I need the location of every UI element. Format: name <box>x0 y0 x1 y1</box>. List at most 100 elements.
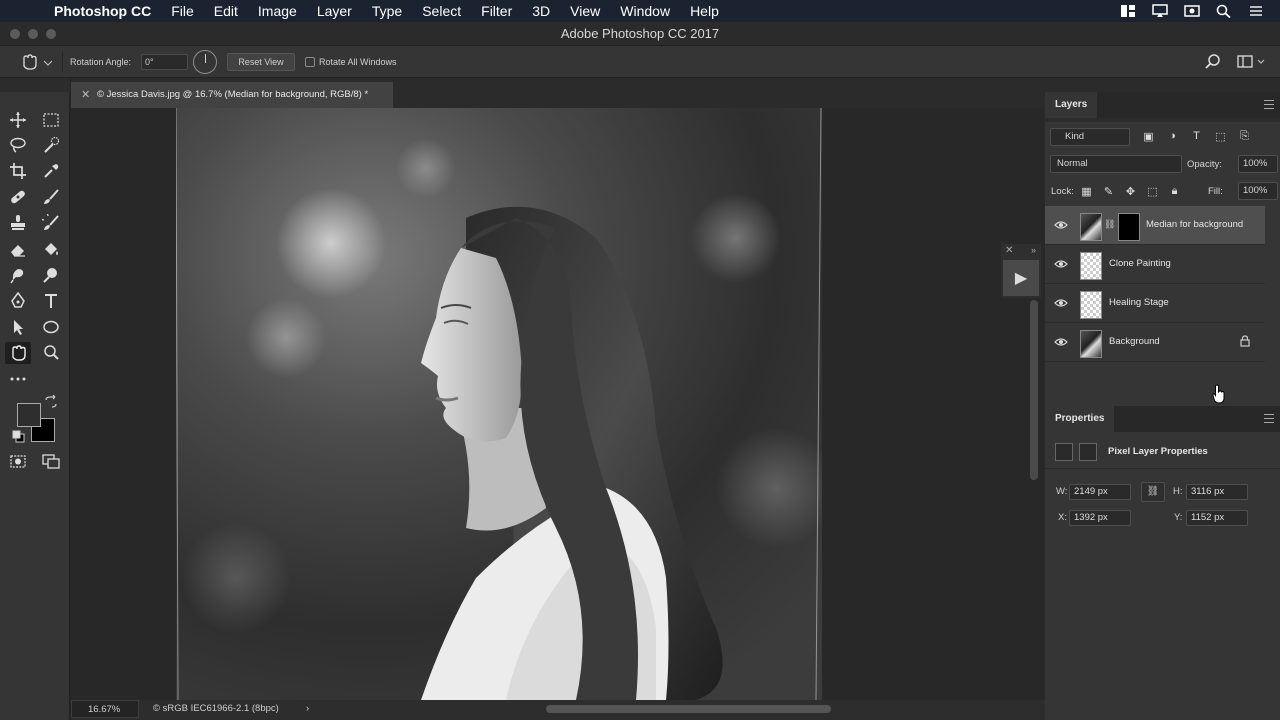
swap-colors-icon[interactable] <box>44 394 58 409</box>
properties-tab[interactable]: Properties <box>1045 406 1115 432</box>
layer-row[interactable]: Background <box>1045 323 1265 362</box>
expand-panel-icon[interactable]: » <box>1031 245 1036 255</box>
layer-name[interactable]: Background <box>1109 336 1160 347</box>
canvas-area[interactable] <box>71 108 1045 700</box>
spotlight-search-icon[interactable] <box>1216 4 1232 19</box>
menu-3d[interactable]: 3D <box>522 0 560 22</box>
menu-layer[interactable]: Layer <box>307 0 362 22</box>
app-grid-icon[interactable] <box>1120 4 1136 18</box>
layer-name[interactable]: Healing Stage <box>1109 297 1169 308</box>
layers-panel-menu-icon[interactable] <box>1264 100 1274 109</box>
menu-view[interactable]: View <box>560 0 610 22</box>
marquee-tool-icon[interactable] <box>38 109 64 131</box>
filter-type-icon[interactable]: T <box>1189 128 1204 144</box>
layer-thumbnail[interactable] <box>1080 291 1102 319</box>
menu-type[interactable]: Type <box>362 0 412 22</box>
brush-tool-icon[interactable] <box>38 186 64 208</box>
quick-mask-icon[interactable] <box>5 450 31 472</box>
hand-tool-icon[interactable] <box>5 342 31 364</box>
layer-thumbnail[interactable] <box>1080 213 1102 241</box>
workspace-switcher-icon[interactable] <box>1237 53 1267 71</box>
mask-link-icon[interactable]: ⛓︎ <box>1104 219 1115 230</box>
pen-tool-icon[interactable] <box>5 290 31 312</box>
properties-panel-menu-icon[interactable] <box>1264 414 1274 423</box>
lock-all-icon[interactable]: 🔒︎ <box>1167 183 1182 199</box>
menu-app-name[interactable]: Photoshop CC <box>44 0 161 22</box>
lasso-tool-icon[interactable] <box>5 134 31 156</box>
menu-image[interactable]: Image <box>248 0 307 22</box>
document-canvas-image[interactable] <box>176 108 822 700</box>
vertical-scrollbar[interactable] <box>1030 300 1038 480</box>
lock-image-icon[interactable]: ✎ <box>1101 183 1116 199</box>
height-input[interactable]: 3116 px <box>1186 484 1248 500</box>
close-tab-icon[interactable]: ✕ <box>81 82 90 108</box>
horizontal-scrollbar[interactable] <box>546 705 831 713</box>
pixel-layer-icon[interactable] <box>1055 443 1073 461</box>
notification-center-icon[interactable] <box>1248 4 1264 18</box>
zoom-tool-icon[interactable] <box>38 342 64 364</box>
foreground-color-swatch[interactable] <box>17 403 41 427</box>
layer-mask-thumbnail[interactable] <box>1118 213 1140 241</box>
layers-tab[interactable]: Layers <box>1045 92 1098 118</box>
reset-view-button[interactable]: Reset View <box>227 53 295 71</box>
airplay-icon[interactable] <box>1152 4 1168 18</box>
move-tool-icon[interactable] <box>5 109 31 131</box>
type-tool-icon[interactable] <box>38 290 64 312</box>
more-tools-icon[interactable] <box>5 368 31 390</box>
dodge-tool-icon[interactable] <box>38 264 64 286</box>
eye-icon[interactable] <box>1054 335 1068 349</box>
tool-preset-picker[interactable] <box>20 53 54 71</box>
rotation-angle-input[interactable]: 0° <box>141 54 188 70</box>
quick-selection-tool-icon[interactable] <box>38 134 64 156</box>
menu-edit[interactable]: Edit <box>204 0 248 22</box>
toolbar-header[interactable] <box>0 78 70 92</box>
default-colors-icon[interactable] <box>12 430 26 444</box>
width-input[interactable]: 2149 px <box>1069 484 1131 500</box>
document-tab[interactable]: ✕ © Jessica Davis.jpg @ 16.7% (Median fo… <box>71 82 393 108</box>
screen-record-icon[interactable] <box>1184 4 1200 18</box>
layer-row[interactable]: Healing Stage <box>1045 284 1265 323</box>
lock-position-icon[interactable]: ✥ <box>1123 183 1138 199</box>
layer-filter-select[interactable]: Kind <box>1050 128 1130 146</box>
layer-name[interactable]: Clone Painting <box>1109 258 1171 269</box>
path-selection-tool-icon[interactable] <box>5 316 31 338</box>
mask-properties-icon[interactable] <box>1079 443 1097 461</box>
blend-mode-select[interactable]: Normal <box>1050 155 1182 173</box>
eyedropper-tool-icon[interactable] <box>38 160 64 182</box>
eye-icon[interactable] <box>1054 296 1068 310</box>
eye-icon[interactable] <box>1054 218 1068 232</box>
paint-bucket-tool-icon[interactable] <box>38 238 64 260</box>
filter-adjustment-icon[interactable]: ◑ <box>1165 128 1180 144</box>
menu-filter[interactable]: Filter <box>471 0 522 22</box>
eraser-tool-icon[interactable] <box>5 238 31 260</box>
history-brush-tool-icon[interactable] <box>38 212 64 234</box>
zoom-level-field[interactable]: 16.67% <box>71 700 139 718</box>
menu-help[interactable]: Help <box>680 0 729 22</box>
screen-mode-icon[interactable] <box>38 450 64 472</box>
healing-brush-tool-icon[interactable] <box>5 186 31 208</box>
link-dimensions-icon[interactable]: ⛓︎ <box>1141 482 1165 502</box>
crop-tool-icon[interactable] <box>5 160 31 182</box>
layer-name[interactable]: Median for background <box>1146 219 1243 230</box>
lock-transparent-icon[interactable]: ▦ <box>1079 183 1094 199</box>
ellipse-tool-icon[interactable] <box>38 316 64 338</box>
lock-artboard-icon[interactable]: ⬚ <box>1145 183 1160 199</box>
layer-row[interactable]: ⛓︎ Median for background <box>1045 206 1265 245</box>
y-input[interactable]: 1152 px <box>1186 510 1248 526</box>
layer-thumbnail[interactable] <box>1080 330 1102 358</box>
filter-shape-icon[interactable]: ⬚ <box>1213 128 1228 144</box>
smudge-tool-icon[interactable] <box>5 264 31 286</box>
search-icon[interactable] <box>1204 53 1222 71</box>
eye-icon[interactable] <box>1054 257 1068 271</box>
clone-stamp-tool-icon[interactable] <box>5 212 31 234</box>
layer-thumbnail[interactable] <box>1080 252 1102 280</box>
menu-select[interactable]: Select <box>412 0 471 22</box>
rotate-all-windows-checkbox[interactable] <box>305 57 315 67</box>
color-profile-info[interactable]: © sRGB IEC61966-2.1 (8bpc) <box>153 700 279 718</box>
opacity-input[interactable]: 100% <box>1238 155 1278 173</box>
layer-row[interactable]: Clone Painting <box>1045 245 1265 284</box>
fill-input[interactable]: 100% <box>1238 182 1278 200</box>
close-mini-panel-icon[interactable]: ✕ <box>1005 245 1013 256</box>
x-input[interactable]: 1392 px <box>1069 510 1131 526</box>
status-menu-arrow-icon[interactable]: › <box>306 700 309 718</box>
